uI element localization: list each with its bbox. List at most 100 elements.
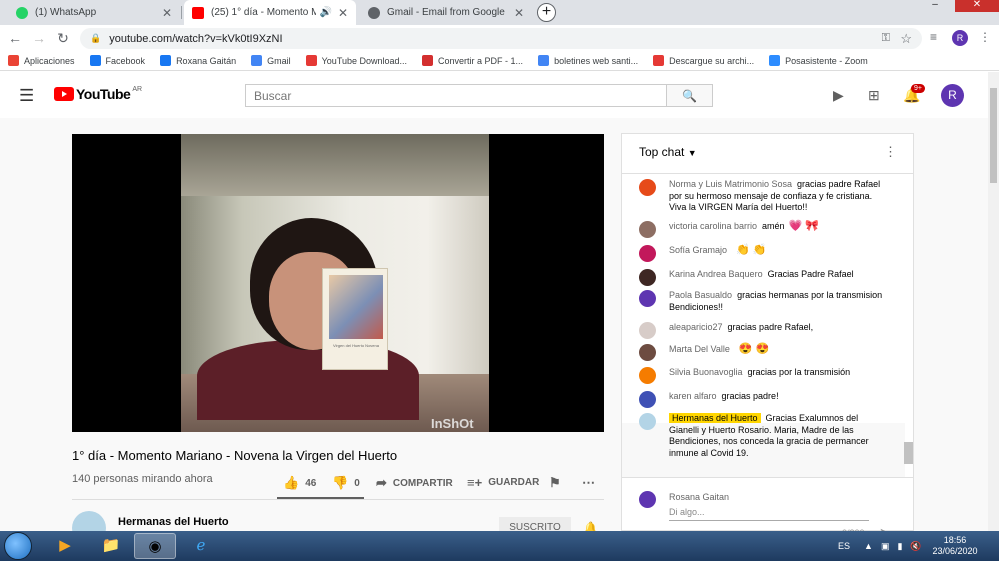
- tab-title: Gmail - Email from Google: [387, 7, 505, 18]
- chat-message[interactable]: karen alfaro gracias padre!: [639, 391, 887, 408]
- back-arrow-icon[interactable]: ←: [3, 30, 27, 46]
- search-input[interactable]: Buscar: [245, 84, 667, 107]
- chat-author-avatar: [639, 269, 656, 286]
- playlist-add-icon: ≡+: [467, 475, 483, 490]
- chat-message[interactable]: Norma y Luis Matrimonio Sosa gracias padr…: [639, 179, 887, 214]
- thumbs-up-icon: 👍: [283, 475, 300, 490]
- bookmark-item[interactable]: boletines web santi...: [538, 55, 638, 66]
- chat-message[interactable]: Paola Basualdo gracias hermanas por la tr…: [639, 290, 887, 313]
- volume-muted-icon[interactable]: 🔇: [910, 541, 921, 552]
- audio-playing-icon[interactable]: 🔊: [319, 7, 331, 18]
- chat-message-body: Paola Basualdo gracias hermanas por la tr…: [669, 290, 887, 313]
- close-tab-icon[interactable]: ✕: [514, 6, 524, 20]
- chat-author-name: Paola Basualdo: [669, 290, 733, 300]
- close-tab-icon[interactable]: ✕: [162, 6, 172, 20]
- reload-icon[interactable]: ↻: [51, 30, 75, 47]
- bookmarks-bar: Aplicaciones Facebook Roxana Gaitán Gmail Yo…: [0, 51, 999, 71]
- chat-emoji: 💗 🎀: [788, 220, 820, 232]
- video-player[interactable]: Virgen del Huerto Novena InShOt: [72, 134, 604, 432]
- chat-message-input[interactable]: Di algo...: [669, 507, 869, 521]
- bookmark-item[interactable]: Descargue su archi...: [653, 55, 754, 66]
- bookmark-item[interactable]: Posasistente - Zoom: [769, 55, 868, 66]
- hamburger-menu-icon[interactable]: ☰: [19, 86, 34, 106]
- windows-taskbar: ▶ 📁 ◉ ℯ ES ▲ ▣ ▮ 🔇 18:56 23/06/2020: [0, 531, 999, 561]
- close-tab-icon[interactable]: ✕: [338, 6, 348, 20]
- media-player-icon[interactable]: ▶: [44, 533, 86, 559]
- chrome-taskbar-icon[interactable]: ◉: [134, 533, 176, 559]
- inshot-watermark: InShOt: [431, 416, 474, 431]
- clock-date: 23/06/2020: [932, 546, 978, 556]
- youtube-logo[interactable]: YouTube AR: [54, 86, 142, 102]
- forward-arrow-icon[interactable]: →: [27, 30, 51, 46]
- youtube-wordmark: YouTube: [76, 86, 131, 102]
- flag-icon: ⚑: [549, 475, 561, 490]
- chat-message[interactable]: Karina Andrea Baquero Gracias Padre Rafae…: [639, 269, 887, 286]
- apps-grid-icon[interactable]: ⊞: [868, 87, 880, 104]
- chat-message[interactable]: victoria carolina barrio amén 💗 🎀: [639, 220, 887, 238]
- account-avatar[interactable]: R: [941, 84, 964, 107]
- close-window-button[interactable]: ✕: [955, 0, 999, 12]
- chat-menu-icon[interactable]: ⋮: [884, 144, 897, 160]
- internet-explorer-icon[interactable]: ℯ: [180, 533, 222, 559]
- chat-message[interactable]: Hermanas del Huerto Gracias Exalumnos del…: [639, 413, 887, 459]
- youtube-play-icon: [54, 87, 74, 101]
- channel-name[interactable]: Hermanas del Huerto: [118, 516, 229, 528]
- chat-author-name: Sofía Gramajo: [669, 245, 728, 255]
- chat-message-body: Hermanas del Huerto Gracias Exalumnos del…: [669, 413, 887, 459]
- start-button[interactable]: [4, 532, 32, 560]
- chat-message[interactable]: Silvia Buonavoglia gracias por la transmi…: [639, 367, 887, 384]
- new-tab-button[interactable]: +: [537, 3, 556, 22]
- bookmark-star-icon[interactable]: ☆: [900, 31, 912, 47]
- tab-whatsapp[interactable]: (1) WhatsApp ✕: [8, 0, 180, 25]
- tab-title: (1) WhatsApp: [35, 7, 97, 18]
- chat-mode-dropdown[interactable]: Top chat ▼: [639, 145, 697, 159]
- media-control-icon[interactable]: ≡: [930, 30, 937, 44]
- bookmark-label: Descargue su archi...: [669, 55, 755, 66]
- chat-input-area: Rosana Gaitan Di algo...: [622, 477, 913, 531]
- chat-message[interactable]: aleaparicio27 gracias padre Rafael,: [639, 322, 887, 339]
- key-icon[interactable]: ⚿: [882, 32, 890, 45]
- country-code: AR: [132, 86, 143, 93]
- bookmark-item[interactable]: Aplicaciones: [8, 55, 75, 66]
- tray-app-icon[interactable]: ▣: [881, 541, 890, 552]
- browser-menu-icon[interactable]: ⋮: [979, 30, 991, 44]
- create-video-icon[interactable]: ▶: [833, 87, 844, 104]
- language-indicator[interactable]: ES: [838, 541, 850, 551]
- address-bar[interactable]: 🔒 youtube.com/watch?v=kVk0tI9XzNI ⚿ ☆: [80, 28, 922, 49]
- share-button[interactable]: ➦ COMPARTIR: [376, 475, 453, 491]
- chat-header: Top chat ▼ ⋮: [622, 134, 913, 174]
- dislike-button[interactable]: 👎 0: [332, 475, 360, 491]
- bookmark-item[interactable]: Facebook: [89, 55, 145, 66]
- chat-message[interactable]: Marta Del Valle 😍 😍: [639, 343, 887, 361]
- bookmark-item[interactable]: Gmail: [251, 55, 291, 66]
- save-label: GUARDAR: [488, 477, 540, 488]
- tab-gmail[interactable]: Gmail - Email from Google ✕: [360, 0, 532, 25]
- zoom-icon: [769, 55, 781, 66]
- live-viewer-count: 140 personas mirando ahora: [72, 473, 213, 485]
- report-button[interactable]: ⚑: [549, 475, 567, 491]
- bookmark-item[interactable]: YouTube Download...: [305, 55, 407, 66]
- network-signal-icon[interactable]: ▮: [897, 541, 902, 552]
- profile-avatar[interactable]: R: [952, 30, 968, 46]
- search-button[interactable]: 🔍: [666, 84, 713, 107]
- tray-expand-icon[interactable]: ▲: [864, 541, 873, 551]
- tab-youtube-active[interactable]: (25) 1° día - Momento Maria 🔊 ✕: [184, 0, 356, 25]
- bookmark-label: Convertir a PDF - 1...: [438, 55, 524, 66]
- page-scrollbar-thumb[interactable]: [990, 88, 997, 183]
- chat-author-avatar: [639, 290, 656, 307]
- save-button[interactable]: ≡+ GUARDAR: [467, 475, 539, 490]
- chat-scrollbar[interactable]: [904, 442, 913, 464]
- thumbs-down-icon: 👎: [332, 475, 349, 490]
- whatsapp-icon: [16, 6, 28, 19]
- bookmark-item[interactable]: Convertir a PDF - 1...: [422, 55, 523, 66]
- bookmark-item[interactable]: Roxana Gaitán: [160, 55, 236, 66]
- file-explorer-icon[interactable]: 📁: [90, 533, 132, 559]
- taskbar-clock[interactable]: 18:56 23/06/2020: [930, 535, 980, 557]
- chat-author-avatar: [639, 344, 656, 361]
- facebook-icon: [89, 55, 101, 66]
- more-actions-button[interactable]: ⋯: [582, 475, 601, 491]
- caret-down-icon: ▼: [687, 148, 697, 158]
- chat-message[interactable]: Sofía Gramajo 👏 👏: [639, 244, 887, 262]
- like-button[interactable]: 👍 46: [283, 475, 316, 491]
- browser-toolbar: ← → ↻ 🔒 youtube.com/watch?v=kVk0tI9XzNI …: [0, 25, 999, 51]
